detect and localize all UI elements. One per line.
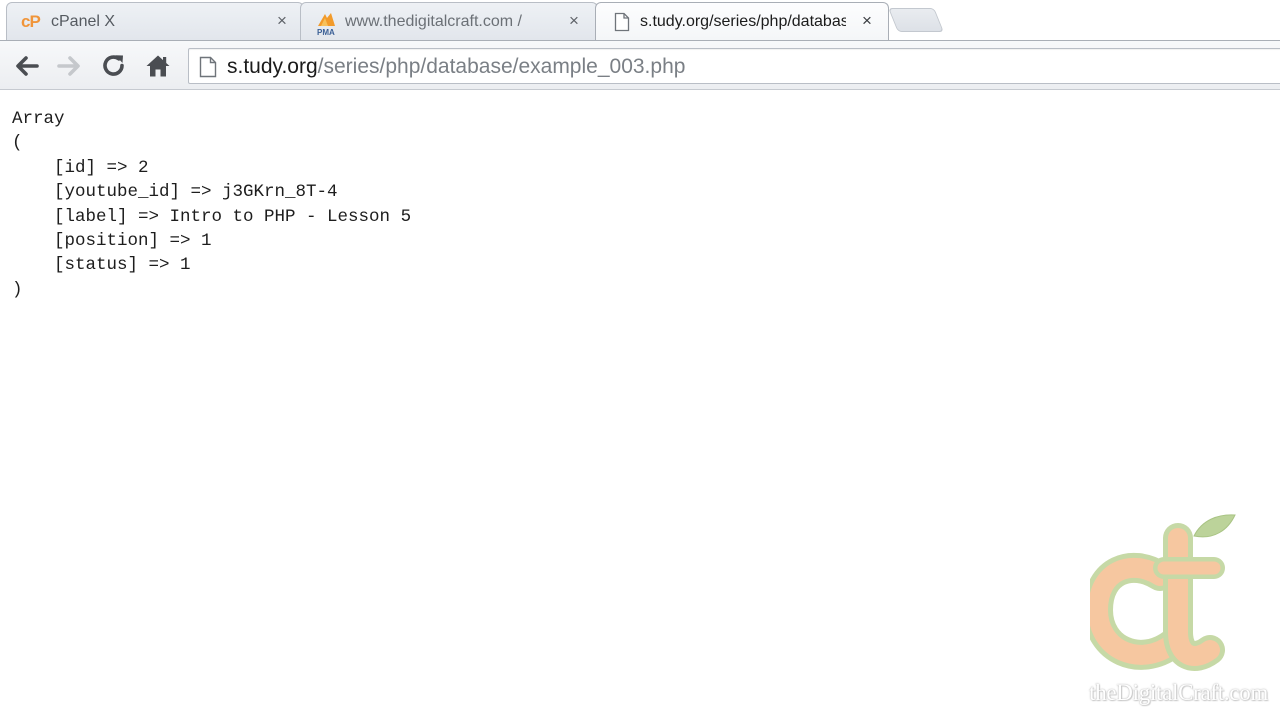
thedigitalcraft-logo bbox=[1082, 510, 1240, 674]
page-icon bbox=[199, 56, 217, 78]
svg-text:PMA: PMA bbox=[317, 28, 335, 36]
back-arrow-icon[interactable] bbox=[9, 49, 43, 83]
tab-cpanel[interactable]: cP cPanel X × bbox=[6, 2, 304, 40]
url-host: s.tudy.org bbox=[227, 55, 318, 78]
address-bar[interactable]: s.tudy.org/series/php/database/example_0… bbox=[188, 48, 1280, 84]
home-icon[interactable] bbox=[141, 49, 175, 83]
page-icon bbox=[610, 12, 632, 32]
browser-toolbar: s.tudy.org/series/php/database/example_0… bbox=[0, 40, 1280, 90]
tab-title: cPanel X bbox=[51, 13, 116, 30]
phpmyadmin-icon: PMA bbox=[315, 12, 337, 37]
url-path: /series/php/database/example_003.php bbox=[317, 55, 686, 78]
watermark-text: theDigitalCraft.com bbox=[1089, 680, 1268, 705]
tab-close-button[interactable]: × bbox=[858, 11, 876, 31]
tab-title: s.tudy.org/series/php/database bbox=[640, 13, 846, 30]
tab-close-button[interactable]: × bbox=[273, 11, 291, 31]
page-content: Array ( [id] => 2 [youtube_id] => j3GKrn… bbox=[0, 91, 1280, 720]
tab-close-button[interactable]: × bbox=[565, 11, 583, 31]
print-r-output: Array ( [id] => 2 [youtube_id] => j3GKrn… bbox=[12, 109, 412, 300]
forward-arrow-icon[interactable] bbox=[53, 49, 87, 83]
tab-strip: cP cPanel X × PMA www.thedigitalcraft.co… bbox=[0, 0, 1280, 40]
tab-study-database[interactable]: s.tudy.org/series/php/database × bbox=[595, 2, 889, 40]
tab-title: www.thedigitalcraft.com / bbox=[345, 13, 522, 30]
reload-icon[interactable] bbox=[97, 49, 131, 83]
tab-phpmyadmin[interactable]: PMA www.thedigitalcraft.com / × bbox=[300, 2, 598, 40]
url-text: s.tudy.org/series/php/database/example_0… bbox=[227, 55, 685, 79]
new-tab-button[interactable] bbox=[888, 8, 944, 32]
cpanel-icon: cP bbox=[21, 12, 41, 31]
